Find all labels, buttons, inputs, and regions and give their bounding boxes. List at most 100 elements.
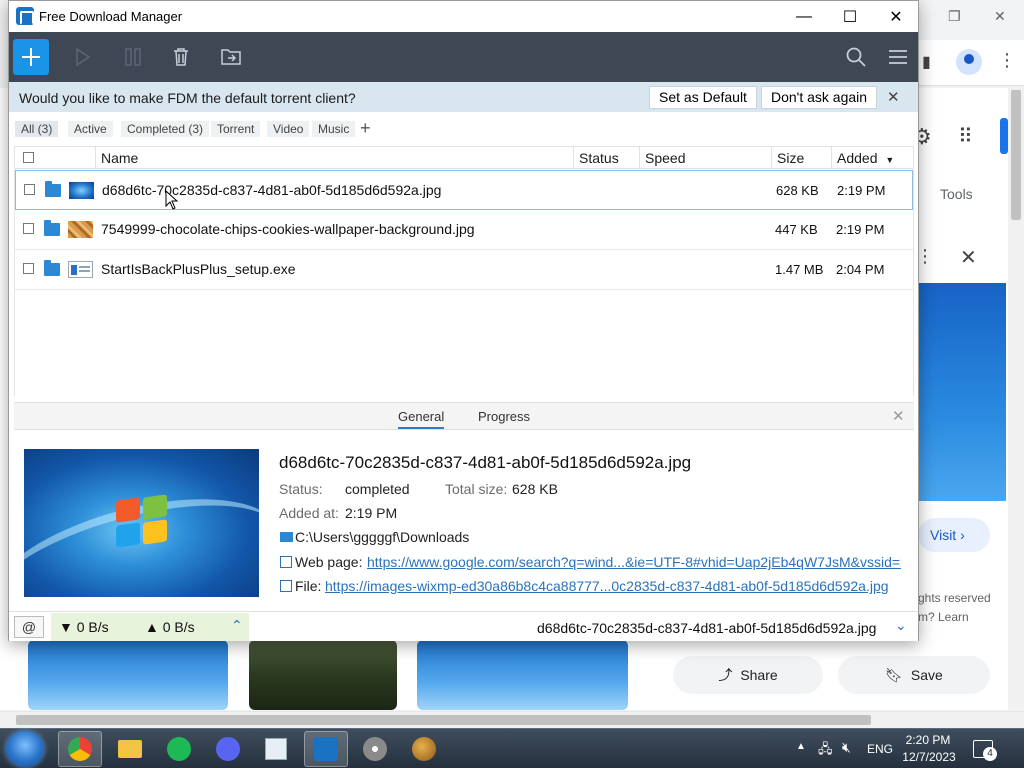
taskbar-discord[interactable] [206,731,250,767]
taskbar-fdm[interactable] [304,731,348,767]
browser-vertical-scrollbar[interactable] [1008,88,1024,710]
clock-date[interactable]: 12/7/2023 [901,750,957,764]
list-item[interactable]: 7549999-chocolate-chips-cookies-wallpape… [15,210,913,250]
tab-progress[interactable]: Progress [478,409,530,424]
browser-restore-icon[interactable]: ❐ [948,8,961,25]
browser-close-icon[interactable]: ✕ [994,8,1006,25]
file-added: 2:19 PM [836,222,885,237]
file-preview-image [24,449,259,597]
file-size: 628 KB [776,183,819,198]
search-button[interactable] [838,40,874,74]
panel-close-icon[interactable]: ✕ [960,245,977,270]
horizontal-scroll-thumb[interactable] [16,715,871,725]
speed-limit-button[interactable]: @ [14,616,44,638]
notice-close-icon[interactable]: ✕ [887,88,900,106]
snail-icon: @ [21,619,37,635]
download-folder-path[interactable]: C:\Users\gggggf\Downloads [295,529,469,545]
taskbar-app[interactable] [402,731,446,767]
start-button[interactable] [6,731,44,767]
result-image-1[interactable] [28,640,228,710]
speed-indicator[interactable]: ▼ 0 B/s ▲ 0 B/s ⌃ [51,613,249,641]
main-menu-button[interactable] [880,40,916,74]
open-folder-icon[interactable] [44,260,60,276]
share-icon: ⤴ [718,667,733,683]
chevron-down-icon[interactable]: ⌄ [895,617,907,634]
details-tabs: General Progress ✕ [14,403,914,430]
filter-active[interactable]: Active [68,121,113,137]
list-item[interactable]: StartIsBackPlusPlus_setup.exe 1.47 MB 2:… [15,250,913,290]
windows-logo-icon [116,494,170,549]
result-image-3[interactable] [417,640,628,710]
visit-button[interactable]: Visit › [918,518,990,552]
row-checkbox[interactable] [24,184,35,195]
browser-horizontal-scrollbar[interactable] [0,711,1024,728]
pause-icon [125,48,141,66]
tray-expand-icon[interactable]: ▲ [796,741,806,752]
dont-ask-again-button[interactable]: Don't ask again [761,86,878,109]
open-folder-icon[interactable] [44,220,60,236]
folder-move-icon [221,49,241,65]
filter-video[interactable]: Video [267,121,310,137]
taskbar-spotify[interactable] [157,731,201,767]
clock-time[interactable]: 2:20 PM [903,733,953,747]
browser-toolbar: ▮ ⋮ [918,40,1024,86]
delete-button[interactable] [163,40,199,74]
file-size: 1.47 MB [775,262,824,277]
list-item[interactable]: d68d6tc-70c2835d-c837-4d81-ab0f-5d185d6d… [15,170,913,210]
volume-muted-icon[interactable]: 🔇︎ [842,739,851,756]
web-page-label: Web page: [295,554,363,570]
vertical-scroll-thumb[interactable] [1011,90,1021,220]
share-button[interactable]: ⤴ Share [673,656,823,694]
network-icon[interactable]: 🖧︎ [818,740,833,762]
row-checkbox[interactable] [23,223,34,234]
row-checkbox[interactable] [23,263,34,274]
file-url-link[interactable]: https://images-wixmp-ed30a86b8c4ca88777.… [325,578,901,594]
pause-button[interactable] [115,40,151,74]
column-name[interactable]: Name [95,147,573,169]
taskbar-editor[interactable] [254,731,298,767]
close-button[interactable]: ✕ [873,1,919,32]
result-image-2[interactable] [249,640,397,710]
filter-all[interactable]: All (3) [15,121,59,137]
tab-general[interactable]: General [398,409,445,429]
title-bar[interactable]: Free Download Manager — ☐ ✕ [9,1,918,32]
move-to-folder-button[interactable] [213,40,249,74]
add-filter-icon[interactable]: + [360,118,371,139]
resume-button[interactable] [65,40,101,74]
side-panel-icon[interactable]: ▮ [922,52,931,72]
profile-icon [964,54,974,64]
column-added[interactable]: Added ▼ [831,147,913,169]
column-status[interactable]: Status [573,147,639,169]
action-center-icon[interactable]: 4 [973,740,997,761]
save-label: Save [910,667,943,683]
details-close-icon[interactable]: ✕ [892,407,905,425]
trash-icon [174,48,188,66]
profile-avatar[interactable] [956,49,982,75]
save-button[interactable]: 🔖︎ Save [838,656,990,694]
web-page-link[interactable]: https://www.google.com/search?q=wind...&… [367,554,901,570]
taskbar-media-player[interactable] [353,731,397,767]
add-download-button[interactable] [13,39,49,75]
play-icon [76,47,91,67]
open-folder-icon[interactable] [45,181,61,197]
column-speed[interactable]: Speed [639,147,771,169]
kebab-menu-icon[interactable]: ⋮ [998,50,1016,71]
maximize-button[interactable]: ☐ [827,1,873,32]
minimize-button[interactable]: — [781,1,827,32]
column-added-label: Added [837,150,878,166]
window-title: Free Download Manager [39,9,183,24]
column-size[interactable]: Size [771,147,831,169]
select-all-checkbox[interactable] [23,152,34,163]
filter-music[interactable]: Music [312,121,356,137]
apps-grid-icon[interactable]: ⠿ [958,124,973,149]
filter-completed[interactable]: Completed (3) [121,121,210,137]
taskbar-chrome[interactable] [58,731,102,767]
learn-more-text[interactable]: m? Learn [918,610,969,624]
main-toolbar [9,32,918,82]
language-indicator[interactable]: ENG [867,742,893,756]
filter-torrent[interactable]: Torrent [211,121,261,137]
taskbar-file-explorer[interactable] [108,731,152,767]
set-as-default-button[interactable]: Set as Default [649,86,757,109]
tools-link[interactable]: Tools [940,186,973,202]
external-link-icon [280,580,292,592]
